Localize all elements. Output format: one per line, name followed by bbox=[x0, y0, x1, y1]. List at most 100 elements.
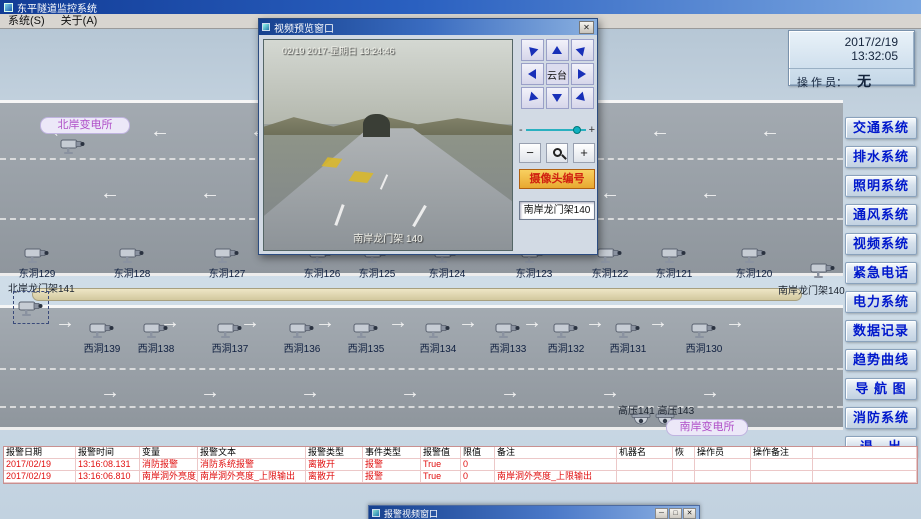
arrow-right-icon bbox=[578, 69, 586, 79]
table-cell: 限值 bbox=[461, 447, 495, 459]
lane-arrow-icon: → bbox=[100, 382, 120, 402]
table-cell: 消防系统报警 bbox=[198, 459, 306, 471]
camera-north-substation[interactable] bbox=[60, 136, 86, 161]
camera-west[interactable]: 西洞135 bbox=[344, 320, 388, 355]
camera-select[interactable]: 南岸龙门架140 bbox=[519, 201, 595, 220]
camera-label: 西洞139 bbox=[80, 340, 124, 355]
cctv-camera-icon bbox=[597, 245, 623, 265]
sidebar-button[interactable]: 照明系统 bbox=[845, 175, 917, 197]
cctv-camera-icon bbox=[214, 245, 240, 265]
lane-divider bbox=[0, 406, 843, 408]
table-cell bbox=[617, 459, 673, 471]
camera-east[interactable]: 东洞127 bbox=[205, 245, 249, 280]
ptz-down-button[interactable] bbox=[546, 87, 569, 109]
table-cell bbox=[813, 459, 917, 471]
sidebar-button[interactable]: 排水系统 bbox=[845, 146, 917, 168]
magnifier-button[interactable] bbox=[546, 143, 568, 163]
lane-arrow-icon: → bbox=[400, 382, 420, 402]
ptz-up-button[interactable] bbox=[546, 39, 569, 61]
lane-arrow-icon: → bbox=[700, 382, 720, 402]
camera-west[interactable]: 西洞132 bbox=[544, 320, 588, 355]
menu-item[interactable]: 关于(A) bbox=[53, 14, 106, 28]
camera-west[interactable]: 西洞139 bbox=[80, 320, 124, 355]
camera-west[interactable]: 西洞137 bbox=[208, 320, 252, 355]
zoom-in-button[interactable]: + bbox=[573, 143, 595, 163]
camera-east[interactable]: 东洞129 bbox=[15, 245, 59, 280]
camera-east[interactable]: 东洞128 bbox=[110, 245, 154, 280]
cctv-camera-icon bbox=[553, 320, 579, 340]
zoom-slider-thumb[interactable] bbox=[573, 126, 581, 134]
sidebar-button[interactable]: 紧急电话 bbox=[845, 262, 917, 284]
sidebar-button[interactable]: 数据记录 bbox=[845, 320, 917, 342]
camera-west[interactable]: 西洞131 bbox=[606, 320, 650, 355]
table-cell: 恢 bbox=[673, 447, 695, 459]
ptz-right-button[interactable] bbox=[571, 63, 594, 85]
table-row[interactable]: 2017/02/1913:16:08.131消防报警消防系统报警离散开报警Tru… bbox=[4, 459, 917, 471]
sidebar-button[interactable]: 趋势曲线 bbox=[845, 349, 917, 371]
camera-east[interactable]: 东洞120 bbox=[732, 245, 776, 280]
selected-camera-gantry-north[interactable] bbox=[13, 291, 49, 324]
table-cell: True bbox=[421, 471, 461, 483]
arrow-down-right-icon bbox=[576, 92, 589, 105]
status-time: 13:32:05 bbox=[789, 49, 914, 63]
table-cell: 报警类型 bbox=[306, 447, 363, 459]
sidebar-button[interactable]: 消防系统 bbox=[845, 407, 917, 429]
cctv-camera-icon bbox=[143, 320, 169, 340]
camera-west[interactable]: 西洞130 bbox=[682, 320, 726, 355]
maximize-icon[interactable]: □ bbox=[669, 508, 682, 519]
slider-minus-label: - bbox=[519, 124, 523, 136]
camera-label: 西洞133 bbox=[486, 340, 530, 355]
table-cell bbox=[751, 459, 813, 471]
minimize-icon[interactable]: ─ bbox=[655, 508, 668, 519]
arrow-left-icon bbox=[528, 69, 536, 79]
camera-label: 东洞125 bbox=[355, 265, 399, 280]
camera-label: 东洞124 bbox=[425, 265, 469, 280]
camera-west[interactable]: 西洞134 bbox=[416, 320, 460, 355]
table-cell: 离散开 bbox=[306, 471, 363, 483]
bottom-window-icon bbox=[372, 509, 380, 517]
bottom-window-title: 报警视频窗口 bbox=[384, 507, 438, 519]
status-panel: 2017/2/19 13:32:05 操 作 员： 无 bbox=[788, 30, 915, 86]
bottom-window-title-bar[interactable]: 报警视频窗口 ─ □ ✕ bbox=[369, 506, 699, 519]
table-row[interactable]: 2017/02/1913:16:06.810南岸洞外亮度_Hp南岸洞外亮度_上限… bbox=[4, 471, 917, 483]
sidebar-button[interactable]: 电力系统 bbox=[845, 291, 917, 313]
table-cell bbox=[813, 471, 917, 483]
sidebar-button[interactable]: 通风系统 bbox=[845, 204, 917, 226]
lane-arrow-icon: → bbox=[600, 382, 620, 402]
arrow-up-left-icon bbox=[526, 44, 539, 57]
camera-west[interactable]: 西洞136 bbox=[280, 320, 324, 355]
ptz-up-left-button[interactable] bbox=[521, 39, 544, 61]
lane-arrow-icon: ← bbox=[760, 121, 780, 141]
zoom-slider[interactable] bbox=[526, 129, 586, 131]
alarm-table: 报警日期报警时间变量报警文本报警类型事件类型报警值限值备注机器名恢操作员操作备注… bbox=[3, 446, 918, 484]
camera-label: 西洞137 bbox=[208, 340, 252, 355]
camera-label: 西洞134 bbox=[416, 340, 460, 355]
close-icon[interactable]: ✕ bbox=[683, 508, 696, 519]
arrow-down-left-icon bbox=[526, 92, 539, 105]
sidebar-button[interactable]: 交通系统 bbox=[845, 117, 917, 139]
table-cell: 事件类型 bbox=[363, 447, 421, 459]
camera-gantry-south[interactable] bbox=[810, 260, 836, 285]
video-window-title-bar[interactable]: 视频预览窗口 ✕ bbox=[259, 19, 597, 35]
zoom-slider-row: - + bbox=[519, 123, 595, 137]
camera-label: 东洞120 bbox=[732, 265, 776, 280]
close-icon[interactable]: ✕ bbox=[579, 21, 594, 34]
ptz-down-left-button[interactable] bbox=[521, 87, 544, 109]
sidebar-button[interactable]: 导 航 图 bbox=[845, 378, 917, 400]
table-cell: 操作备注 bbox=[751, 447, 813, 459]
camera-west[interactable]: 西洞138 bbox=[134, 320, 178, 355]
arrow-up-icon bbox=[552, 46, 562, 54]
camera-east[interactable]: 东洞121 bbox=[652, 245, 696, 280]
slider-plus-label: + bbox=[589, 124, 595, 136]
sidebar-button[interactable]: 视频系统 bbox=[845, 233, 917, 255]
status-date: 2017/2/19 bbox=[789, 35, 914, 49]
menu-item[interactable]: 系统(S) bbox=[0, 14, 53, 28]
cctv-camera-icon bbox=[741, 245, 767, 265]
road-west: →→→→→→→→→→→→→→→→→西洞139西洞138西洞137西洞136西洞1… bbox=[0, 305, 843, 430]
lane-arrow-icon: ← bbox=[700, 183, 720, 203]
ptz-down-right-button[interactable] bbox=[571, 87, 594, 109]
camera-west[interactable]: 西洞133 bbox=[486, 320, 530, 355]
ptz-left-button[interactable] bbox=[521, 63, 544, 85]
ptz-up-right-button[interactable] bbox=[571, 39, 594, 61]
zoom-out-button[interactable]: − bbox=[519, 143, 541, 163]
